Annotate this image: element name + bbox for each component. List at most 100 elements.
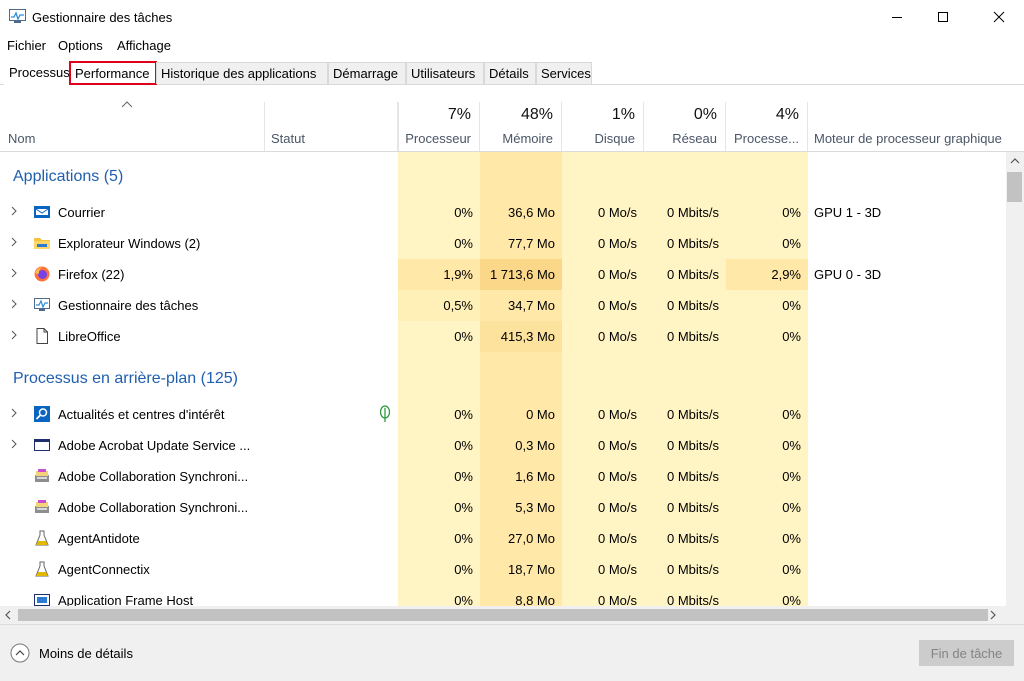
header-mem-pct: 48%	[520, 106, 553, 123]
header-gpu[interactable]: 4% Processe...	[726, 102, 808, 152]
tab-services[interactable]: Services	[536, 62, 592, 84]
tab-historique[interactable]: Historique des applications	[156, 62, 328, 84]
table-row[interactable]: Application Frame Host 0% 8,8 Mo 0 Mo/s …	[0, 585, 1006, 606]
cpu-value: 0%	[454, 593, 473, 606]
process-name: AgentConnectix	[58, 562, 150, 577]
scroll-up-icon[interactable]	[1010, 157, 1020, 165]
window-icon	[34, 439, 50, 451]
tab-details[interactable]: Détails	[484, 62, 536, 84]
net-value: 0 Mbits/s	[666, 329, 719, 344]
table-row[interactable]: AgentConnectix 0% 18,7 Mo 0 Mo/s 0 Mbits…	[0, 554, 1006, 585]
task-manager-app-icon	[9, 9, 26, 23]
menu-affichage[interactable]: Affichage	[117, 38, 171, 53]
scroll-right-icon[interactable]	[989, 610, 997, 620]
table-row[interactable]: Adobe Collaboration Synchroni... 0% 5,3 …	[0, 492, 1006, 523]
gpu-value: 0%	[782, 593, 801, 606]
header-disk[interactable]: 1% Disque	[562, 102, 644, 152]
cpu-value: 0%	[454, 329, 473, 344]
process-name: Actualités et centres d'intérêt	[58, 407, 225, 422]
table-row[interactable]: Explorateur Windows (2) 0% 77,7 Mo 0 Mo/…	[0, 228, 1006, 259]
vertical-scrollbar[interactable]	[1006, 152, 1024, 606]
scroll-left-icon[interactable]	[4, 610, 12, 620]
mem-value: 0,3 Mo	[515, 438, 555, 453]
chevron-right-icon[interactable]	[10, 439, 18, 449]
table-row[interactable]: Courrier 0% 36,6 Mo 0 Mo/s 0 Mbits/s 0% …	[0, 197, 1006, 228]
cpu-value: 1,9%	[443, 267, 473, 282]
table-row[interactable]: LibreOffice 0% 415,3 Mo 0 Mo/s 0 Mbits/s…	[0, 321, 1006, 352]
chevron-right-icon[interactable]	[10, 408, 18, 418]
process-list: Applications (5) Courrier 0% 36,6 Mo 0 M…	[0, 152, 1006, 606]
header-net[interactable]: 0% Réseau	[644, 102, 726, 152]
cpu-value: 0%	[454, 205, 473, 220]
mem-value: 1,6 Mo	[515, 469, 555, 484]
disk-value: 0 Mo/s	[597, 469, 637, 484]
disk-value: 0 Mo/s	[597, 298, 637, 313]
chevron-right-icon[interactable]	[10, 237, 18, 247]
table-row[interactable]: Actualités et centres d'intérêt 0% 0 Mo …	[0, 399, 1006, 430]
net-value: 0 Mbits/s	[666, 205, 719, 220]
gpu-value: 2,9%	[771, 267, 801, 282]
table-row[interactable]: Adobe Collaboration Synchroni... 0% 1,6 …	[0, 461, 1006, 492]
table-row[interactable]: AgentAntidote 0% 27,0 Mo 0 Mo/s 0 Mbits/…	[0, 523, 1006, 554]
tab-baseline	[0, 84, 1024, 85]
tab-processus[interactable]: Processus	[4, 60, 70, 85]
gpu-value: 0%	[782, 562, 801, 577]
group-title-applications[interactable]: Applications (5)	[13, 168, 123, 186]
header-status[interactable]: Statut	[264, 102, 398, 152]
close-icon	[993, 11, 1005, 23]
group-title-background[interactable]: Processus en arrière-plan (125)	[13, 370, 238, 388]
table-row[interactable]: Adobe Acrobat Update Service ... 0% 0,3 …	[0, 430, 1006, 461]
adobe-sync-icon	[35, 500, 49, 513]
horizontal-scroll-thumb[interactable]	[18, 609, 988, 621]
cpu-value: 0%	[454, 438, 473, 453]
gpu-value: 0%	[782, 205, 801, 220]
header-gpu-engine[interactable]: Moteur de processeur graphique	[808, 102, 1024, 152]
net-value: 0 Mbits/s	[666, 593, 719, 606]
process-name: Explorateur Windows (2)	[58, 236, 201, 251]
disk-value: 0 Mo/s	[597, 593, 637, 606]
minimize-icon	[892, 17, 902, 18]
mem-value: 36,6 Mo	[508, 205, 555, 220]
header-mem[interactable]: 48% Mémoire	[480, 102, 562, 152]
net-value: 0 Mbits/s	[666, 562, 719, 577]
header-gpu-pct: 4%	[775, 106, 799, 123]
process-name: Adobe Collaboration Synchroni...	[58, 469, 249, 484]
header-cpu-label: Processeur	[405, 131, 471, 146]
table-row[interactable]: Gestionnaire des tâches 0,5% 34,7 Mo 0 M…	[0, 290, 1006, 321]
chevron-right-icon[interactable]	[10, 299, 18, 309]
mem-value: 77,7 Mo	[508, 236, 555, 251]
disk-value: 0 Mo/s	[597, 562, 637, 577]
tab-performance[interactable]: Performance	[69, 61, 157, 85]
menu-fichier[interactable]: Fichier	[7, 38, 46, 53]
menu-options[interactable]: Options	[58, 38, 103, 53]
vertical-scroll-thumb[interactable]	[1007, 172, 1022, 202]
end-task-button[interactable]: Fin de tâche	[919, 640, 1014, 666]
net-value: 0 Mbits/s	[666, 531, 719, 546]
gpu-value: 0%	[782, 469, 801, 484]
header-name[interactable]: Nom	[0, 102, 264, 152]
mem-value: 1 713,6 Mo	[489, 267, 555, 282]
tab-demarrage[interactable]: Démarrage	[328, 62, 406, 84]
close-button[interactable]	[974, 0, 1024, 34]
less-details-link[interactable]: Moins de détails	[39, 646, 133, 661]
header-cpu[interactable]: 7% Processeur	[398, 102, 480, 152]
gpu-value: 0%	[782, 438, 801, 453]
flask-icon	[35, 530, 49, 546]
minimize-button[interactable]	[874, 0, 920, 34]
document-icon	[36, 328, 48, 344]
mem-value: 5,3 Mo	[515, 500, 555, 515]
maximize-button[interactable]	[920, 0, 966, 34]
chevron-up-circle-icon[interactable]	[10, 643, 30, 663]
gpu-value: 0%	[782, 329, 801, 344]
mail-icon	[34, 206, 50, 218]
chevron-right-icon[interactable]	[10, 330, 18, 340]
chevron-right-icon[interactable]	[10, 268, 18, 278]
app-frame-icon	[34, 594, 50, 606]
mem-value: 34,7 Mo	[508, 298, 555, 313]
header-gpu-label: Processe...	[733, 131, 799, 146]
tab-utilisateurs[interactable]: Utilisateurs	[406, 62, 484, 84]
header-net-label: Réseau	[672, 131, 717, 146]
chevron-right-icon[interactable]	[10, 206, 18, 216]
table-row[interactable]: Firefox (22) 1,9% 1 713,6 Mo 0 Mo/s 0 Mb…	[0, 259, 1006, 290]
header-net-pct: 0%	[693, 106, 717, 123]
